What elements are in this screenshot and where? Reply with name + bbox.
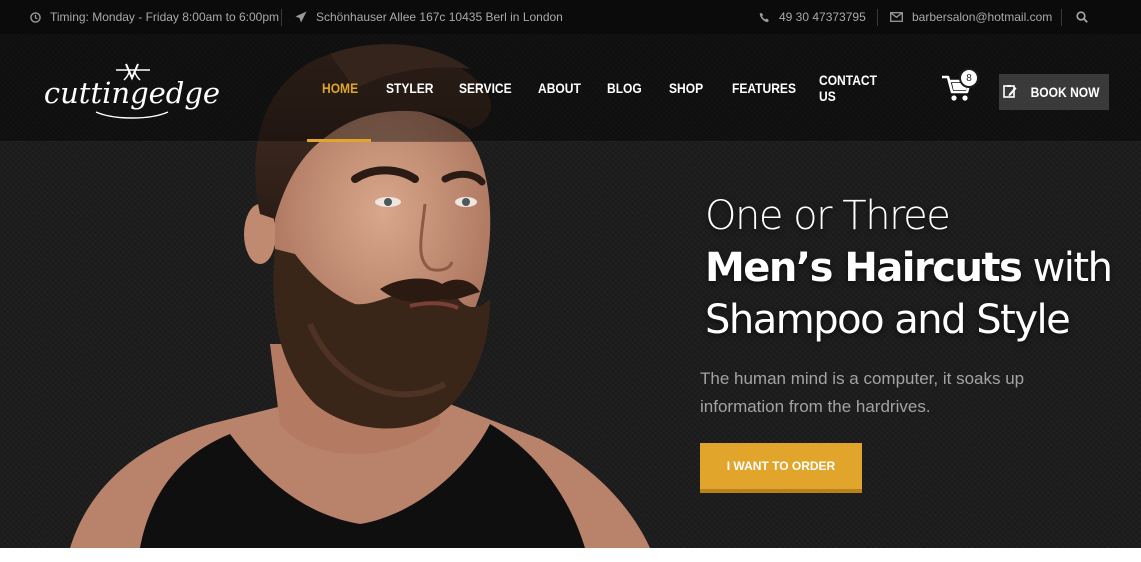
nav-item-service[interactable]: SERVICE: [459, 34, 512, 142]
email-info[interactable]: barbersalon@hotmail.com: [890, 0, 1052, 34]
phone-info[interactable]: 49 30 47373795: [759, 0, 866, 34]
hero-section: cuttingedge HOME STYLER SERVICE ABOUT BL…: [0, 34, 1141, 548]
top-info-bar: Timing: Monday - Friday 8:00am to 6:00pm…: [0, 0, 1141, 34]
order-cta-button[interactable]: I WANT TO ORDER: [700, 443, 862, 493]
nav-item-blog[interactable]: BLOG: [607, 34, 642, 142]
hero-subtext: The human mind is a computer, it soaks u…: [700, 369, 1025, 416]
divider: [1061, 9, 1062, 26]
logo-text: cuttingedge: [44, 76, 220, 110]
headline-line-2: Men’s Haircuts with: [705, 242, 1125, 294]
main-navbar: cuttingedge HOME STYLER SERVICE ABOUT BL…: [0, 34, 1141, 142]
clock-icon: [30, 11, 41, 23]
phone-icon: [759, 12, 770, 23]
site-logo[interactable]: cuttingedge: [34, 58, 230, 126]
hero-headline: One or Three Men’s Haircuts with Shampoo…: [705, 190, 1125, 346]
headline-line-3: Shampoo and Style: [705, 297, 1071, 343]
divider: [877, 9, 878, 26]
headline-line-2-rest: with: [1021, 245, 1113, 291]
timing-text: Timing: Monday - Friday 8:00am to 6:00pm: [50, 10, 279, 24]
nav-item-about[interactable]: ABOUT: [538, 34, 581, 142]
search-icon[interactable]: [1076, 11, 1088, 23]
nav-item-shop[interactable]: SHOP: [669, 34, 703, 142]
cart-count-badge: 8: [959, 68, 979, 88]
phone-text[interactable]: 49 30 47373795: [779, 10, 866, 24]
mail-icon: [890, 12, 903, 22]
headline-line-1: One or Three: [705, 193, 951, 239]
nav-item-features[interactable]: FEATURES: [732, 34, 796, 142]
timing-info: Timing: Monday - Friday 8:00am to 6:00pm: [30, 0, 279, 34]
nav-item-home[interactable]: HOME: [322, 34, 358, 142]
nav-item-contact-us[interactable]: CONTACT US: [819, 34, 877, 142]
book-now-label: BOOK NOW: [1030, 84, 1100, 100]
address-text: Schönhauser Allee 167c 10435 Berl in Lon…: [316, 10, 563, 24]
divider: [281, 9, 282, 26]
email-text[interactable]: barbersalon@hotmail.com: [912, 10, 1052, 24]
search-button[interactable]: [1076, 0, 1088, 34]
address-info: Schönhauser Allee 167c 10435 Berl in Lon…: [295, 0, 563, 34]
send-icon: [295, 11, 307, 23]
nav-item-styler[interactable]: STYLER: [386, 34, 434, 142]
clipboard-edit-icon: [1003, 84, 1017, 101]
book-now-button[interactable]: BOOK NOW: [999, 74, 1109, 110]
headline-bold: Men’s Haircuts: [705, 245, 1023, 291]
active-nav-indicator: [307, 139, 371, 142]
